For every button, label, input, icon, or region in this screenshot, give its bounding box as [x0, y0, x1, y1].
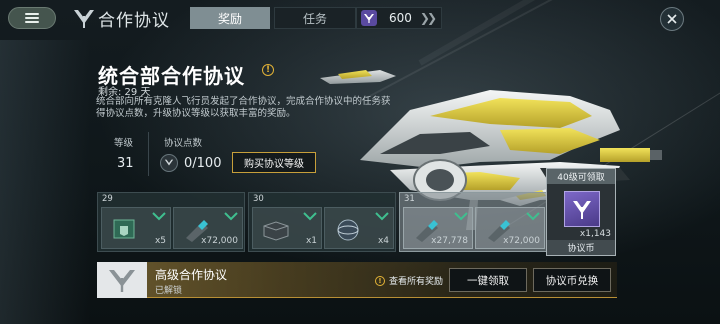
menu-button[interactable]: [8, 7, 56, 29]
coin-exchange-button[interactable]: 协议币兑换: [533, 268, 611, 292]
milestone-count: x1,143: [579, 229, 611, 239]
claimed-check-icon: [303, 212, 317, 221]
double-chevron-right-icon: ❯❯: [419, 11, 437, 25]
close-button[interactable]: [660, 7, 684, 31]
tab-tasks[interactable]: 任务: [274, 7, 356, 29]
claimed-check-icon: [224, 212, 238, 221]
reward-slot[interactable]: x4: [324, 207, 394, 249]
tier-level: 29: [102, 194, 113, 204]
background-glow: [0, 40, 90, 324]
module-box-icon: [113, 219, 135, 239]
currency-amount: 600: [389, 11, 412, 25]
reward-quantity: x5: [154, 236, 166, 246]
info-warning-icon[interactable]: !: [262, 64, 274, 76]
claimed-check-icon: [454, 212, 468, 221]
protocol-coin-icon: [564, 191, 600, 227]
reward-tier[interactable]: 30 x1 x4: [248, 192, 396, 252]
tier-level: 31: [404, 194, 415, 204]
reward-slot[interactable]: x5: [101, 207, 171, 249]
claimed-check-icon: [152, 212, 166, 221]
page-title: 合作协议: [98, 11, 170, 31]
advanced-emblem-icon: [97, 262, 147, 298]
reward-quantity: x1: [305, 236, 317, 246]
level-label: 等级: [114, 138, 134, 149]
reward-slot[interactable]: x1: [252, 207, 322, 249]
agreement-description: 统合部向所有克隆人飞行员发起了合作协议，完成合作协议中的任务获得协议点数，升级协…: [96, 96, 391, 119]
reward-slot[interactable]: x27,778: [403, 207, 473, 249]
currency-display[interactable]: 600 ❯❯: [356, 7, 442, 29]
points-value: 0/100: [184, 156, 222, 171]
milestone-reward-card[interactable]: 40级可领取 x1,143 协议币: [546, 168, 616, 256]
tab-bar: 奖励 任务: [190, 7, 356, 29]
claimed-check-icon: [375, 212, 389, 221]
protocol-coin-icon: [361, 10, 377, 26]
info-warning-icon: !: [375, 275, 385, 286]
close-icon: [667, 14, 677, 24]
hamburger-menu-icon: [25, 13, 39, 23]
reward-quantity: x27,778: [431, 236, 468, 246]
reward-track: 29 x5 x72,000 30 x1 x4 31 x27,778 x72,00…: [97, 192, 550, 252]
reward-quantity: x72,000: [503, 236, 540, 246]
advanced-agreement-title: 高级合作协议: [155, 268, 228, 282]
top-bar: 合作协议 奖励 任务 600 ❯❯: [0, 0, 720, 40]
reward-quantity: x4: [377, 236, 389, 246]
milestone-header: 40级可领取: [547, 169, 615, 184]
claimed-check-icon: [526, 212, 540, 221]
divider: [148, 132, 149, 176]
protocol-points-icon: [160, 154, 178, 172]
milestone-name: 协议币: [547, 240, 615, 255]
reward-quantity: x72,000: [201, 236, 238, 246]
advanced-agreement-bar: 高级合作协议 已解锁 ! 查看所有奖励 一键领取 协议币兑换: [97, 262, 617, 298]
supply-crate-icon: [263, 221, 289, 241]
reward-slot[interactable]: x72,000: [475, 207, 545, 249]
reward-slot[interactable]: x72,000: [173, 207, 243, 249]
level-value: 31: [117, 156, 134, 171]
blueprint-sphere-icon: [337, 219, 359, 241]
view-all-label: 查看所有奖励: [389, 277, 444, 287]
tab-rewards[interactable]: 奖励: [190, 7, 270, 29]
points-label: 协议点数: [164, 138, 203, 149]
reward-tier[interactable]: 29 x5 x72,000: [97, 192, 245, 252]
view-all-rewards-link[interactable]: ! 查看所有奖励: [375, 274, 443, 287]
buy-level-button[interactable]: 购买协议等级: [232, 152, 316, 173]
claim-all-button[interactable]: 一键领取: [449, 268, 527, 292]
advanced-agreement-status: 已解锁: [155, 286, 183, 296]
tier-level: 30: [253, 194, 264, 204]
reward-tier-current[interactable]: 31 x27,778 x72,000: [399, 192, 547, 252]
protocol-emblem-icon: [74, 10, 94, 28]
